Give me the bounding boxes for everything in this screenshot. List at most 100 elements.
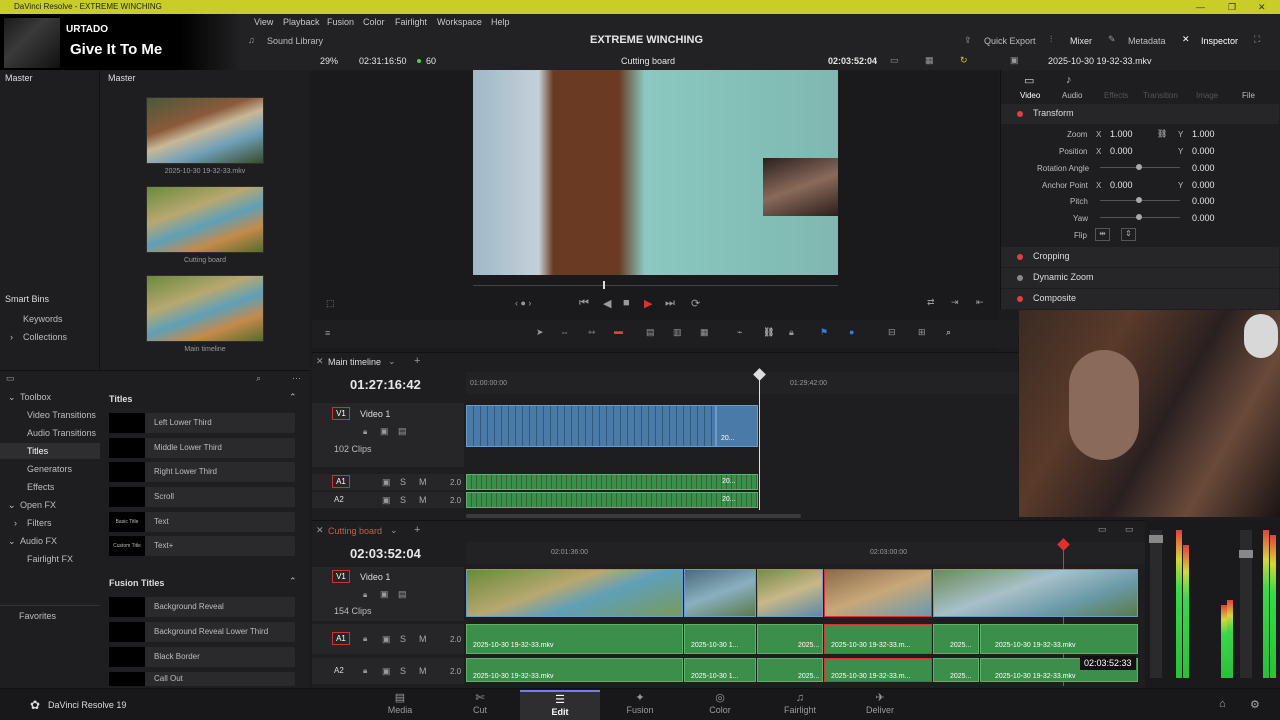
selection-tool-icon[interactable]: ➤ (536, 327, 544, 338)
mute-button[interactable]: M (419, 495, 427, 505)
chevron-down-icon[interactable]: ⌄ (8, 500, 16, 511)
track-a2-label[interactable]: A2 (334, 666, 344, 675)
cutting-audio-clip[interactable]: 2025... (757, 624, 823, 654)
enable-dot-icon[interactable] (1017, 111, 1023, 117)
anchor-x-field[interactable]: 0.000 (1110, 180, 1133, 190)
track-a1-toggle[interactable]: A1 (332, 632, 350, 645)
insert-clip-icon[interactable]: ▤ (646, 327, 655, 338)
flip-vertical-icon[interactable]: ⇕ (1121, 228, 1136, 241)
enable-dot-icon[interactable] (1017, 275, 1023, 281)
favorites-header[interactable]: Favorites (19, 611, 56, 621)
cutting-audio-clip-selected[interactable]: 2025-10-30 19-32-33.m... (824, 624, 932, 654)
page-tab-fusion[interactable]: ✦ Fusion (600, 690, 680, 720)
toolbox-audio-transitions[interactable]: Audio Transitions (27, 428, 96, 438)
metadata-button[interactable]: Metadata (1128, 36, 1166, 46)
panel-toggle-icon[interactable]: ▭ (6, 373, 15, 384)
page-tab-edit[interactable]: ☰ Edit (520, 690, 600, 720)
inspector-icon[interactable]: ✕ (1182, 34, 1190, 45)
scrubber-handle[interactable] (603, 281, 605, 289)
chevron-right-icon[interactable]: › (14, 518, 17, 528)
anchor-y-field[interactable]: 0.000 (1192, 180, 1215, 190)
position-y-field[interactable]: 0.000 (1192, 146, 1215, 156)
lock-icon[interactable]: 🔒︎ (363, 427, 367, 437)
main-video-clip[interactable] (466, 405, 716, 447)
menu-help[interactable]: Help (491, 17, 510, 27)
media-thumbnail[interactable] (146, 97, 264, 164)
toolbox-effects[interactable]: Effects (27, 482, 54, 492)
timeline-options-icon[interactable]: ≡ (325, 328, 330, 338)
display-options-icon[interactable]: ▦ (925, 55, 934, 66)
match-frame-icon[interactable]: ⇄ (927, 297, 935, 308)
settings-gear-icon[interactable]: ⚙ (1250, 698, 1260, 711)
chevron-down-icon[interactable]: ⌄ (8, 392, 16, 403)
auto-select-icon[interactable]: ▣ (382, 666, 391, 677)
close-timeline-icon[interactable]: ✕ (316, 356, 324, 367)
title-item[interactable]: Right Lower Third (109, 462, 295, 482)
viewer-zoom[interactable]: 29% (320, 56, 338, 66)
inspector-tab-file[interactable]: File (1242, 91, 1255, 100)
solo-button[interactable]: S (400, 477, 406, 487)
sound-library-icon[interactable]: ♫ (248, 35, 255, 45)
yaw-slider-handle[interactable] (1136, 214, 1142, 220)
title-item[interactable]: Left Lower Third (109, 413, 295, 433)
inspector-tab-audio[interactable]: Audio (1062, 91, 1082, 100)
menu-fairlight[interactable]: Fairlight (395, 17, 427, 27)
menu-view[interactable]: View (254, 17, 273, 27)
enable-dot-icon[interactable] (1017, 296, 1023, 302)
auto-select-icon[interactable]: ▣ (382, 634, 391, 645)
cutting-audio-clip-selected[interactable]: 2025-10-30 19-32-33.m... (824, 658, 932, 682)
page-tab-color[interactable]: ◎ Color (680, 690, 760, 720)
track-v1-toggle[interactable]: V1 (332, 570, 350, 583)
panel-layout-icon[interactable]: ▭ (1098, 524, 1107, 535)
mute-button[interactable]: M (419, 666, 427, 676)
panel-maximize-icon[interactable]: ▭ (1125, 524, 1134, 535)
section-transform[interactable]: Transform (1001, 104, 1279, 124)
page-tab-deliver[interactable]: ✈ Deliver (840, 690, 920, 720)
lock-icon[interactable]: 🔒︎ (363, 634, 367, 644)
play-icon[interactable]: ▶ (644, 297, 652, 310)
search-icon[interactable]: ⌕ (256, 373, 261, 384)
cutting-audio-clip[interactable]: 2025... (933, 658, 979, 682)
reverse-play-icon[interactable]: ◀ (603, 297, 611, 310)
fullscreen-icon[interactable]: ⛶ (1254, 34, 1260, 45)
more-icon[interactable]: ⋯ (292, 373, 301, 384)
bin-master[interactable]: Master (5, 73, 33, 83)
trim-tool-icon[interactable]: ⇔ (560, 327, 569, 337)
last-frame-icon[interactable]: ⏭ (665, 297, 675, 310)
media-thumbnail[interactable] (146, 186, 264, 253)
close-icon[interactable]: ✕ (1258, 0, 1266, 14)
cutting-audio-clip[interactable]: 2025-10-30 19-32-33.mkv (466, 624, 683, 654)
flip-horizontal-icon[interactable]: ⇹ (1095, 228, 1110, 241)
toolbox-fairlight-fx[interactable]: Fairlight FX (27, 554, 73, 564)
viewer-name[interactable]: Cutting board (621, 56, 675, 66)
menu-workspace[interactable]: Workspace (437, 17, 482, 27)
solo-button[interactable]: S (400, 495, 406, 505)
fusion-title-item[interactable]: Call Out (109, 672, 295, 686)
chevron-down-icon[interactable]: ⌄ (388, 356, 396, 367)
mixer-icon[interactable]: ⫶ (1050, 34, 1052, 45)
main-fader-handle[interactable] (1149, 535, 1163, 543)
smart-bin-keywords[interactable]: Keywords (23, 314, 63, 324)
cutting-audio-clip[interactable]: 2025-10-30 1... (684, 658, 756, 682)
cutting-video-clip[interactable] (466, 569, 683, 617)
lock-icon[interactable]: 🔒︎ (363, 590, 367, 600)
cutting-audio-clip[interactable]: 2025... (933, 624, 979, 654)
track-visibility-icon[interactable]: ▤ (398, 426, 407, 437)
auto-select-icon[interactable]: ▣ (382, 495, 391, 506)
main-ruler[interactable] (466, 372, 1018, 394)
yaw-field[interactable]: 0.000 (1192, 213, 1215, 223)
toolbox-titles[interactable]: Titles (27, 446, 48, 456)
title-item[interactable]: Middle Lower Third (109, 438, 295, 458)
title-item[interactable]: Scroll (109, 487, 295, 507)
cutting-audio-clip[interactable]: 2025-10-30 19-32-33.mkv (466, 658, 683, 682)
video-tab-icon[interactable]: ▭ (1024, 74, 1034, 87)
snapping-icon[interactable]: ⌁ (737, 327, 742, 338)
cutting-audio-clip[interactable]: 2025-10-30 19-32-33.mkv (980, 624, 1138, 654)
prev-edit-icon[interactable]: ⇤ (976, 297, 984, 308)
enable-dot-icon[interactable] (1017, 254, 1023, 260)
section-composite[interactable]: Composite (1001, 289, 1279, 309)
video-frame[interactable] (473, 70, 838, 275)
chevron-down-icon[interactable]: ⌄ (390, 525, 398, 536)
main-timeline-scrollbar[interactable] (466, 514, 801, 518)
main-video-clip[interactable]: 20... (716, 405, 758, 447)
